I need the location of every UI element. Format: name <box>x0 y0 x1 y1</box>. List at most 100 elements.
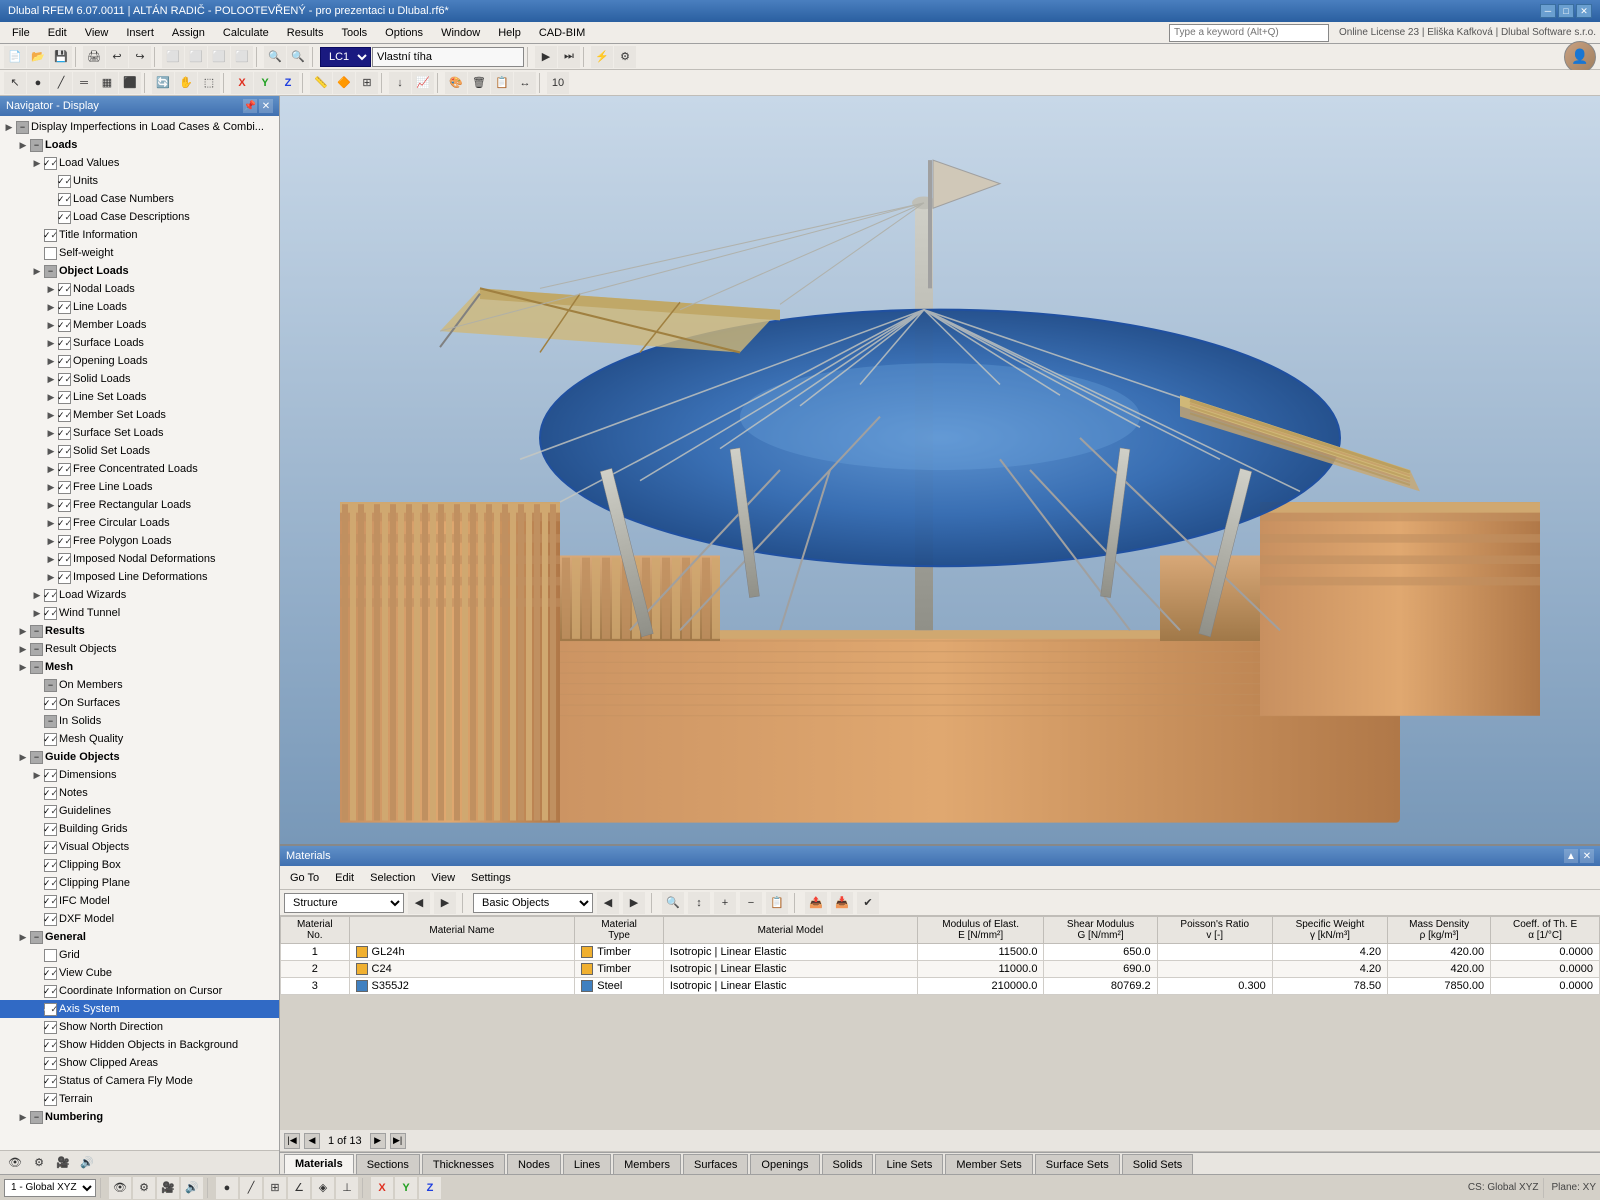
save-btn[interactable]: 💾 <box>50 46 72 68</box>
tree-expander[interactable] <box>30 840 44 854</box>
tree-item[interactable]: ✓Axis System <box>0 1000 279 1018</box>
tree-checkbox[interactable]: ✓ <box>44 877 57 890</box>
view3-btn[interactable]: ⬜ <box>208 46 230 68</box>
tree-item[interactable]: ▶✓Free Circular Loads <box>0 514 279 532</box>
tree-checkbox[interactable]: ✓ <box>44 1057 57 1070</box>
prev2-btn[interactable]: ◀ <box>597 892 619 914</box>
lc-name-input[interactable] <box>372 47 524 67</box>
pan-btn[interactable]: ✋ <box>175 72 197 94</box>
mat-view-btn[interactable]: View <box>425 870 461 886</box>
tree-expander[interactable]: ▶ <box>44 534 58 548</box>
tree-item[interactable]: ▶−Results <box>0 622 279 640</box>
tree-checkbox[interactable]: ✓ <box>44 733 57 746</box>
tree-item[interactable]: ✓Show Hidden Objects in Background <box>0 1036 279 1054</box>
tree-checkbox[interactable]: ✓ <box>58 517 71 530</box>
tree-item[interactable]: ✓Title Information <box>0 226 279 244</box>
tree-expander[interactable] <box>30 786 44 800</box>
tree-expander[interactable] <box>44 174 58 188</box>
tree-checkbox[interactable]: ✓ <box>44 823 57 836</box>
tree-expander[interactable]: ▶ <box>30 264 44 278</box>
tree-checkbox[interactable]: ✓ <box>58 337 71 350</box>
print-btn[interactable]: 🖨 <box>83 46 105 68</box>
tree-item[interactable]: ✓Show Clipped Areas <box>0 1054 279 1072</box>
tree-expander[interactable] <box>44 192 58 206</box>
tree-expander[interactable]: ▶ <box>44 282 58 296</box>
tree-expander[interactable] <box>44 210 58 224</box>
tree-checkbox[interactable]: ✓ <box>44 967 57 980</box>
bottom-icon1[interactable]: 👁 <box>109 1177 131 1199</box>
tree-item[interactable]: ▶✓Surface Set Loads <box>0 424 279 442</box>
tree-checkbox[interactable]: ✓ <box>44 1003 57 1016</box>
maximize-button[interactable]: □ <box>1558 4 1574 18</box>
tree-checkbox[interactable]: ✓ <box>44 841 57 854</box>
move-btn[interactable]: ↔ <box>514 72 536 94</box>
navigator-pin-btn[interactable]: 📌 <box>243 99 257 113</box>
tree-checkbox[interactable]: ✓ <box>44 229 57 242</box>
tree-item[interactable]: ✓Visual Objects <box>0 838 279 856</box>
tree-item[interactable]: ✓Building Grids <box>0 820 279 838</box>
tab-member-sets[interactable]: Member Sets <box>945 1154 1032 1174</box>
tree-checkbox[interactable]: ✓ <box>58 535 71 548</box>
tree-expander[interactable] <box>30 1038 44 1052</box>
tree-expander[interactable] <box>30 1074 44 1088</box>
nav-icon4[interactable]: 🔊 <box>76 1152 98 1174</box>
tree-item[interactable]: ▶✓Line Loads <box>0 298 279 316</box>
tree-item[interactable]: ✓Clipping Plane <box>0 874 279 892</box>
tree-item[interactable]: ✓Load Case Numbers <box>0 190 279 208</box>
tree-checkbox[interactable]: ✓ <box>58 391 71 404</box>
tree-checkbox[interactable]: ✓ <box>58 481 71 494</box>
tree-expander[interactable] <box>30 894 44 908</box>
x-axis-btn[interactable]: X <box>231 72 253 94</box>
next-btn[interactable]: ▶ <box>434 892 456 914</box>
tree-checkbox[interactable]: ✓ <box>58 409 71 422</box>
tree-expander[interactable]: ▶ <box>16 642 30 656</box>
tab-solids[interactable]: Solids <box>822 1154 874 1174</box>
snap-angle-btn[interactable]: ∠ <box>288 1177 310 1199</box>
tree-checkbox[interactable]: ✓ <box>58 373 71 386</box>
tree-expander[interactable]: ▶ <box>30 606 44 620</box>
rotate-btn[interactable]: 🔄 <box>152 72 174 94</box>
snap-grid-btn[interactable]: ⊞ <box>264 1177 286 1199</box>
menu-file[interactable]: File <box>4 25 38 41</box>
tree-item[interactable]: ▶✓Free Rectangular Loads <box>0 496 279 514</box>
tree-expander[interactable]: ▶ <box>30 768 44 782</box>
tree-item[interactable]: ▶✓Member Set Loads <box>0 406 279 424</box>
y-axis-btn[interactable]: Y <box>254 72 276 94</box>
tree-checkbox[interactable]: − <box>30 661 43 674</box>
tree-item[interactable]: ▶✓Imposed Nodal Deformations <box>0 550 279 568</box>
page-first-btn[interactable]: |◀ <box>284 1133 300 1149</box>
tree-expander[interactable] <box>30 804 44 818</box>
render-btn[interactable]: 🎨 <box>445 72 467 94</box>
tree-expander[interactable]: ▶ <box>44 300 58 314</box>
tree-checkbox[interactable]: ✓ <box>58 427 71 440</box>
navigator-close-btn[interactable]: ✕ <box>259 99 273 113</box>
materials-expand-btn[interactable]: ▲ <box>1564 849 1578 863</box>
tree-checkbox[interactable]: ✓ <box>44 1093 57 1106</box>
tree-checkbox[interactable]: ✓ <box>44 157 57 170</box>
tree-checkbox[interactable] <box>44 949 57 962</box>
tree-checkbox[interactable]: − <box>30 643 43 656</box>
tree-expander[interactable]: ▶ <box>44 408 58 422</box>
tree-checkbox[interactable]: ✓ <box>44 697 57 710</box>
tree-item[interactable]: ▶−Display Imperfections in Load Cases & … <box>0 118 279 136</box>
tree-item[interactable]: ▶✓Member Loads <box>0 316 279 334</box>
tree-item[interactable]: ▶✓Load Wizards <box>0 586 279 604</box>
mat-import-btn[interactable]: 📥 <box>831 892 853 914</box>
nav-icon3[interactable]: 🎥 <box>52 1152 74 1174</box>
open-btn[interactable]: 📂 <box>27 46 49 68</box>
tree-checkbox[interactable]: − <box>30 1111 43 1124</box>
nav-icon2[interactable]: ⚙ <box>28 1152 50 1174</box>
snap-btn[interactable]: 🔶 <box>333 72 355 94</box>
tree-item[interactable]: ▶✓Free Line Loads <box>0 478 279 496</box>
tree-checkbox[interactable]: ✓ <box>44 769 57 782</box>
tree-checkbox[interactable]: ✓ <box>58 445 71 458</box>
mat-check-btn[interactable]: ✔ <box>857 892 879 914</box>
mat-goto-btn[interactable]: Go To <box>284 870 325 886</box>
snap-perp-btn[interactable]: ⊥ <box>336 1177 358 1199</box>
tree-item[interactable]: ▶✓Surface Loads <box>0 334 279 352</box>
structure-dropdown[interactable]: Structure <box>284 893 404 913</box>
tree-checkbox[interactable]: − <box>44 265 57 278</box>
step-btn[interactable]: ⏭ <box>558 46 580 68</box>
mat-export-btn[interactable]: 📤 <box>805 892 827 914</box>
snap-line-btn[interactable]: ╱ <box>240 1177 262 1199</box>
